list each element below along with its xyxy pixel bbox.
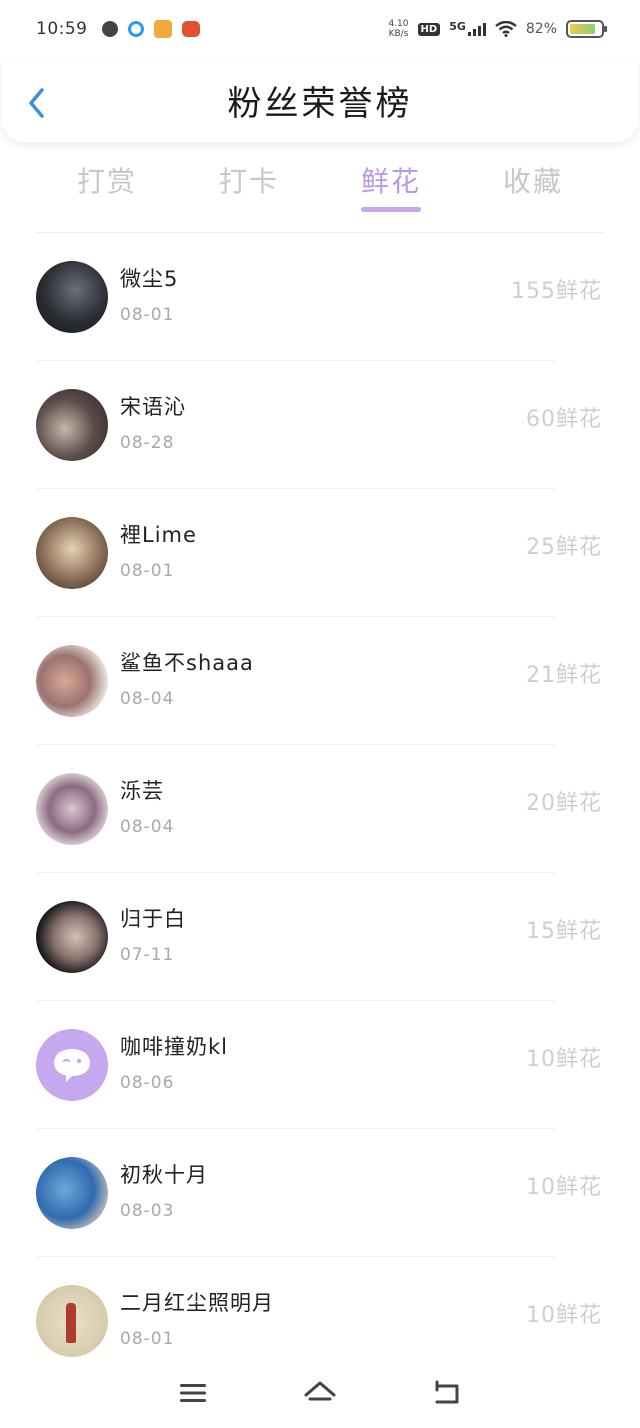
menu-icon [180,1384,207,1402]
fan-name: 微尘5 [120,267,179,291]
status-time: 10:59 [36,19,88,39]
fan-list: 微尘5 08-01 155鲜花 宋语沁 08-28 60鲜花 裡Lime 08-… [0,233,640,1385]
fan-info: 泺芸 08-04 [120,775,174,837]
fan-date: 08-04 [120,817,175,837]
nav-menu-button[interactable] [173,1373,213,1413]
fan-date: 08-04 [120,689,175,709]
avatar[interactable] [36,517,108,589]
fan-name: 鲨鱼不shaaa [120,651,254,675]
app-notification-icon [101,21,118,37]
status-bar: 10:59 4.10 KB/s HD 5G 82% [0,0,640,58]
header-bar: 粉丝荣誉榜 [2,58,638,142]
hd-badge: HD [417,22,441,36]
avatar-figure [66,1303,76,1343]
tab-tips[interactable]: 打赏 [36,150,178,216]
network-speed-value: 4.10 [388,19,409,29]
fan-date: 07-11 [120,945,175,965]
browser-notification-icon [127,21,144,37]
page-title: 粉丝荣誉榜 [227,83,413,124]
fan-date: 08-01 [120,561,175,581]
avatar[interactable] [36,1157,108,1229]
avatar[interactable] [36,645,108,717]
flower-count: 15鲜花 [526,919,602,944]
nav-back-button[interactable] [427,1373,467,1413]
fan-date: 08-01 [120,1329,175,1349]
avatar[interactable] [36,901,108,973]
flower-count: 21鲜花 [526,663,602,688]
back-button[interactable] [24,86,52,120]
flower-count: 10鲜花 [526,1047,602,1072]
fan-name: 泺芸 [120,779,164,803]
fan-name: 咖啡撞奶kl [120,1035,228,1059]
nav-home-button[interactable] [300,1373,340,1413]
tab-label: 鲜花 [360,165,421,198]
list-item[interactable]: 微尘5 08-01 155鲜花 [0,233,640,361]
network-speed-unit: KB/s [388,29,409,39]
tab-label: 收藏 [502,165,563,198]
game-notification-icon [181,21,200,37]
battery-percent: 82% [525,21,557,37]
fan-info: 鲨鱼不shaaa 08-04 [120,647,254,709]
fan-info: 咖啡撞奶kl 08-06 [120,1031,228,1093]
battery-fill [570,24,595,34]
fan-info: 二月红尘照明月 08-01 [120,1287,274,1349]
network-type-label: 5G [449,20,466,33]
avatar[interactable] [36,261,108,333]
status-right: 4.10 KB/s HD 5G 82% [388,19,607,39]
default-chat-avatar-icon [54,1049,90,1082]
fan-name: 裡Lime [120,523,197,547]
fan-info: 裡Lime 08-01 [120,519,197,581]
tab-label: 打赏 [76,165,137,198]
fan-date: 08-03 [120,1201,175,1221]
battery-icon [566,20,607,38]
avatar[interactable] [36,1285,108,1357]
avatar[interactable] [36,773,108,845]
list-item[interactable]: 宋语沁 08-28 60鲜花 [0,361,640,489]
network-speed: 4.10 KB/s [388,19,408,39]
list-item[interactable]: 泺芸 08-04 20鲜花 [0,745,640,873]
list-item[interactable]: 咖啡撞奶kl 08-06 10鲜花 [0,1001,640,1129]
network-type: 5G [449,20,486,36]
flower-count: 10鲜花 [526,1303,602,1328]
fan-name: 二月红尘照明月 [120,1291,274,1315]
status-left: 10:59 [36,19,200,39]
avatar[interactable] [36,389,108,461]
fan-info: 微尘5 08-01 [120,263,178,325]
tab-label: 打卡 [218,165,279,198]
flower-count: 155鲜花 [511,279,602,304]
fan-info: 初秋十月 08-03 [120,1159,208,1221]
fan-info: 归于白 07-11 [120,903,186,965]
system-nav-bar [0,1358,640,1428]
flower-count: 25鲜花 [526,535,602,560]
fan-date: 08-06 [120,1073,175,1093]
return-icon [435,1380,459,1404]
home-icon [304,1381,336,1401]
flower-count: 60鲜花 [526,407,602,432]
fan-info: 宋语沁 08-28 [120,391,186,453]
tab-flowers[interactable]: 鲜花 [320,150,462,216]
fan-date: 08-01 [120,305,175,325]
weibo-notification-icon [153,20,172,38]
list-item[interactable]: 归于白 07-11 15鲜花 [0,873,640,1001]
list-item[interactable]: 裡Lime 08-01 25鲜花 [0,489,640,617]
list-item[interactable]: 鲨鱼不shaaa 08-04 21鲜花 [0,617,640,745]
flower-count: 10鲜花 [526,1175,602,1200]
wifi-icon [495,21,517,37]
tab-bar: 打赏 打卡 鲜花 收藏 [36,150,604,216]
fan-date: 08-28 [120,433,175,453]
fan-name: 归于白 [120,907,186,931]
fan-name: 宋语沁 [120,395,186,419]
list-item[interactable]: 初秋十月 08-03 10鲜花 [0,1129,640,1257]
tab-favorites[interactable]: 收藏 [462,150,604,216]
tab-checkin[interactable]: 打卡 [178,150,320,216]
chevron-left-icon [29,88,44,118]
avatar[interactable] [36,1029,108,1101]
fan-name: 初秋十月 [120,1163,208,1187]
signal-icon [467,22,486,36]
flower-count: 20鲜花 [526,791,602,816]
